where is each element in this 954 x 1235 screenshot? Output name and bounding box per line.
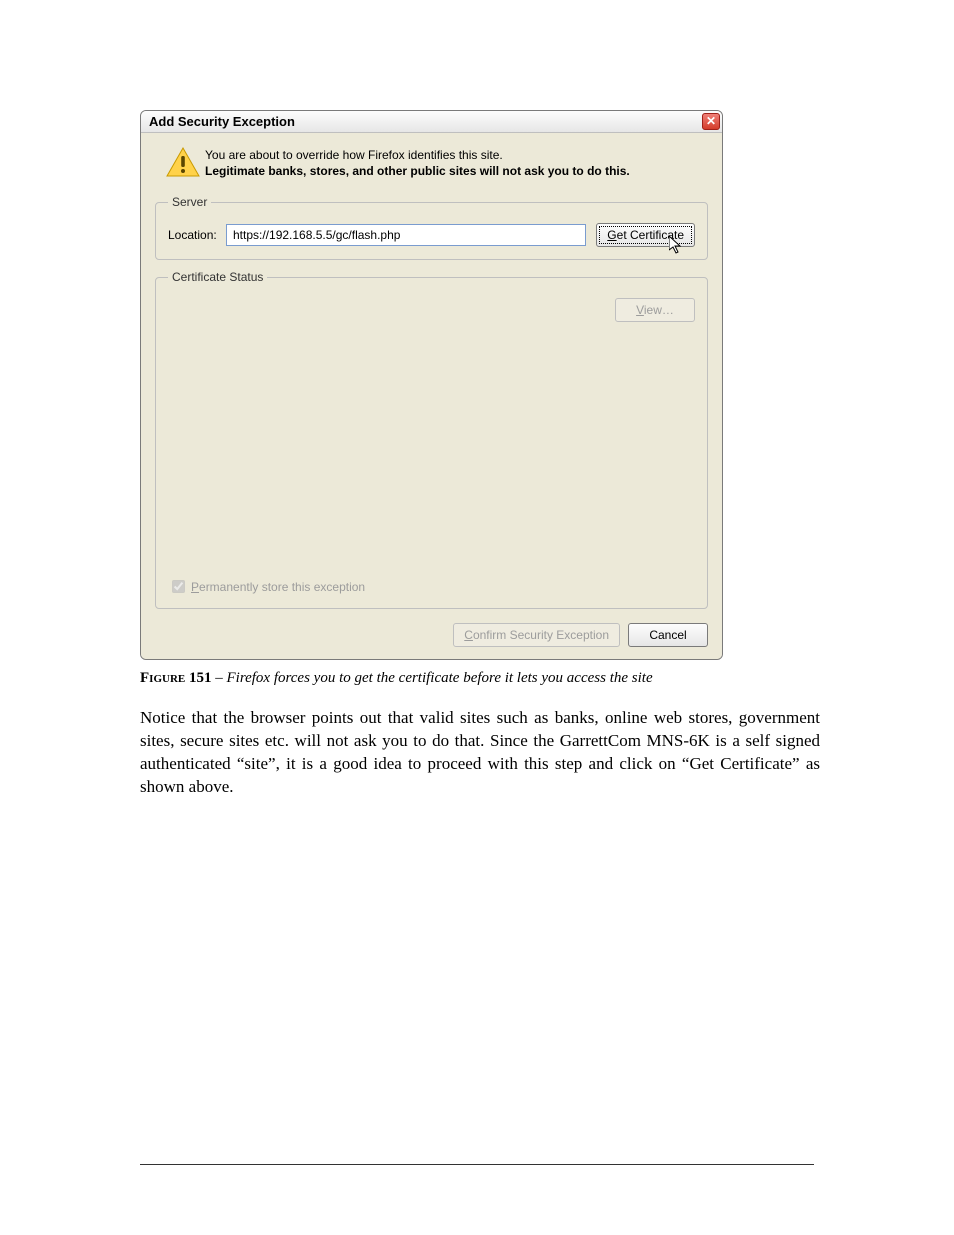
- warning-line-1: You are about to override how Firefox id…: [205, 147, 702, 163]
- view-button: View…: [615, 298, 695, 322]
- location-label: Location:: [168, 228, 226, 242]
- server-legend: Server: [168, 195, 211, 209]
- permanent-store-row: Permanently store this exception: [168, 577, 365, 596]
- warning-line-2: Legitimate banks, stores, and other publ…: [205, 163, 702, 179]
- warning-icon: [166, 147, 200, 177]
- perm-rest: ermanently store this exception: [199, 580, 365, 594]
- server-fieldset: Server Location: Get Certificate: [155, 195, 708, 260]
- cancel-button[interactable]: Cancel: [628, 623, 708, 647]
- figure-separator: –: [211, 670, 226, 686]
- add-security-exception-dialog: Add Security Exception ✕ You are about t…: [140, 110, 723, 660]
- warning-row: You are about to override how Firefox id…: [155, 143, 708, 189]
- cert-status-legend: Certificate Status: [168, 270, 267, 284]
- certificate-status-fieldset: Certificate Status View… Permanently sto…: [155, 270, 708, 609]
- confirm-security-exception-button: Confirm Security Exception: [453, 623, 620, 647]
- get-cert-rest: et Certificate: [617, 228, 684, 242]
- get-certificate-button[interactable]: Get Certificate: [596, 223, 695, 247]
- figure-text: Firefox forces you to get the certificat…: [226, 670, 652, 686]
- figure-caption: Figure 151 – Firefox forces you to get t…: [140, 670, 820, 687]
- titlebar: Add Security Exception ✕: [141, 111, 722, 133]
- location-input[interactable]: [226, 224, 586, 246]
- close-icon[interactable]: ✕: [702, 113, 720, 130]
- dialog-title: Add Security Exception: [149, 114, 702, 129]
- body-paragraph: Notice that the browser points out that …: [140, 707, 820, 799]
- permanent-store-checkbox: [172, 580, 185, 593]
- footer-divider: [140, 1164, 814, 1165]
- figure-number: Figure 151: [140, 670, 211, 686]
